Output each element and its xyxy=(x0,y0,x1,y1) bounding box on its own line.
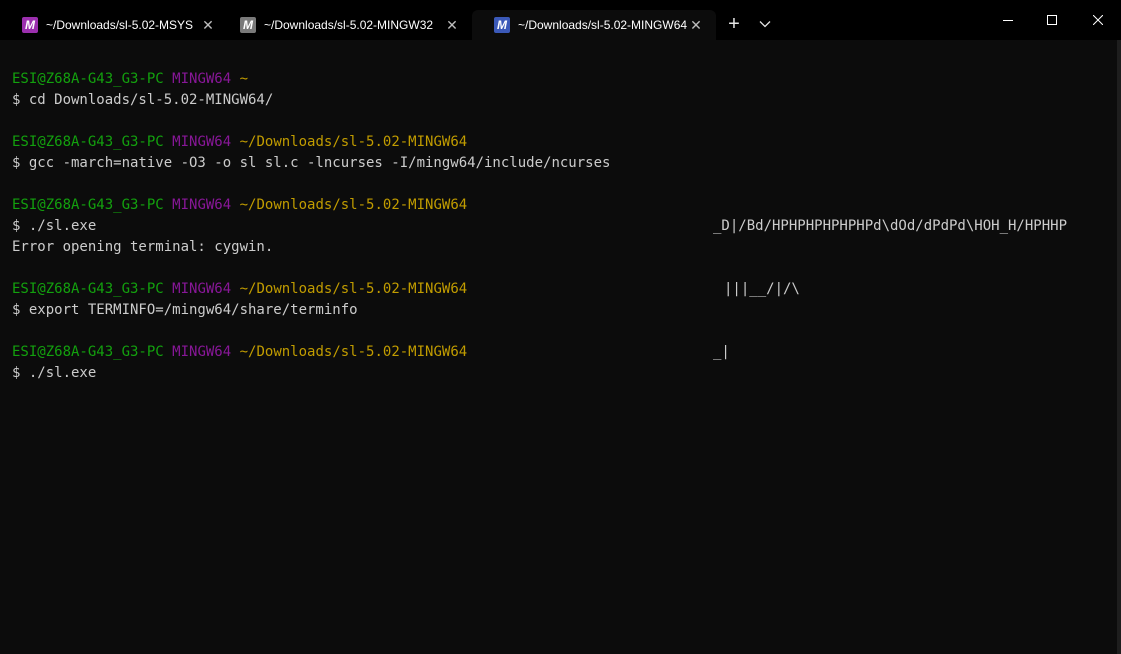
tab-mingw64[interactable]: M ~/Downloads/sl-5.02-MINGW64 ✕ xyxy=(472,10,716,40)
prompt-line: ESI@Z68A-G43_G3-PC MINGW64 ~ xyxy=(12,69,248,90)
prompt-line: ESI@Z68A-G43_G3-PC MINGW64 ~/Downloads/s… xyxy=(12,279,467,300)
minimize-button[interactable] xyxy=(985,0,1031,40)
prompt-msystem: MINGW64 xyxy=(172,344,232,360)
tab-title: ~/Downloads/sl-5.02-MINGW32 xyxy=(264,18,434,32)
scrollbar[interactable] xyxy=(1117,40,1121,654)
tab-title: ~/Downloads/sl-5.02-MSYS xyxy=(46,18,194,32)
prompt-path: ~/Downloads/sl-5.02-MINGW64 xyxy=(239,344,468,360)
prompt-user-host: ESI@Z68A-G43_G3-PC xyxy=(12,134,164,150)
maximize-icon xyxy=(1047,15,1057,25)
command-line: $ ./sl.exe xyxy=(12,218,97,234)
error-output: Error opening terminal: cygwin. xyxy=(12,239,274,255)
command-line: $ export TERMINFO=/mingw64/share/terminf… xyxy=(12,302,358,318)
close-tab-icon[interactable]: ✕ xyxy=(444,17,460,33)
prompt-msystem: MINGW64 xyxy=(172,71,232,87)
prompt-msystem: MINGW64 xyxy=(172,281,232,297)
new-tab-button[interactable]: + xyxy=(722,12,746,36)
prompt-line: ESI@Z68A-G43_G3-PC MINGW64 ~/Downloads/s… xyxy=(12,132,467,153)
prompt-user-host: ESI@Z68A-G43_G3-PC xyxy=(12,281,164,297)
prompt-path: ~/Downloads/sl-5.02-MINGW64 xyxy=(239,197,468,213)
prompt-msystem: MINGW64 xyxy=(172,197,232,213)
mingw32-icon: M xyxy=(240,17,256,33)
prompt-user-host: ESI@Z68A-G43_G3-PC xyxy=(12,71,164,87)
msys2-icon: M xyxy=(22,17,38,33)
prompt-msystem: MINGW64 xyxy=(172,134,232,150)
tab-msys[interactable]: M ~/Downloads/sl-5.02-MSYS ✕ xyxy=(0,10,228,40)
tab-dropdown-button[interactable] xyxy=(753,12,777,36)
plus-icon: + xyxy=(728,12,740,35)
tab-mingw32[interactable]: M ~/Downloads/sl-5.02-MINGW32 ✕ xyxy=(218,10,473,40)
prompt-user-host: ESI@Z68A-G43_G3-PC xyxy=(12,197,164,213)
minimize-icon xyxy=(1003,20,1013,21)
maximize-button[interactable] xyxy=(1029,0,1075,40)
prompt-user-host: ESI@Z68A-G43_G3-PC xyxy=(12,344,164,360)
close-tab-icon[interactable]: ✕ xyxy=(200,17,216,33)
close-icon xyxy=(1093,15,1103,25)
prompt-path: ~/Downloads/sl-5.02-MINGW64 xyxy=(239,134,468,150)
prompt-line: ESI@Z68A-G43_G3-PC MINGW64 ~/Downloads/s… xyxy=(12,195,467,216)
command-line: $ gcc -march=native -O3 -o sl sl.c -lncu… xyxy=(12,155,611,171)
tab-title: ~/Downloads/sl-5.02-MINGW64 xyxy=(518,18,688,32)
command-line: $ ./sl.exe xyxy=(12,365,97,381)
title-bar: M ~/Downloads/sl-5.02-MSYS ✕ M ~/Downloa… xyxy=(0,0,1121,40)
prompt-path: ~ xyxy=(239,71,249,87)
prompt-path: ~/Downloads/sl-5.02-MINGW64 xyxy=(239,281,468,297)
command-line: $ cd Downloads/sl-5.02-MINGW64/ xyxy=(12,92,274,108)
mingw64-icon: M xyxy=(494,17,510,33)
train-ascii-fragment: |||__/|/\ xyxy=(724,281,800,297)
prompt-line: ESI@Z68A-G43_G3-PC MINGW64 ~/Downloads/s… xyxy=(12,342,467,363)
close-tab-icon[interactable]: ✕ xyxy=(688,17,704,33)
chevron-down-icon xyxy=(759,21,771,28)
close-window-button[interactable] xyxy=(1075,0,1121,40)
train-ascii-fragment: _D|/Bd/HPHPHPHPHPHPd\dOd/dPdPd\HOH_H/HPH… xyxy=(713,218,1068,234)
train-ascii-fragment: _| xyxy=(713,344,730,360)
